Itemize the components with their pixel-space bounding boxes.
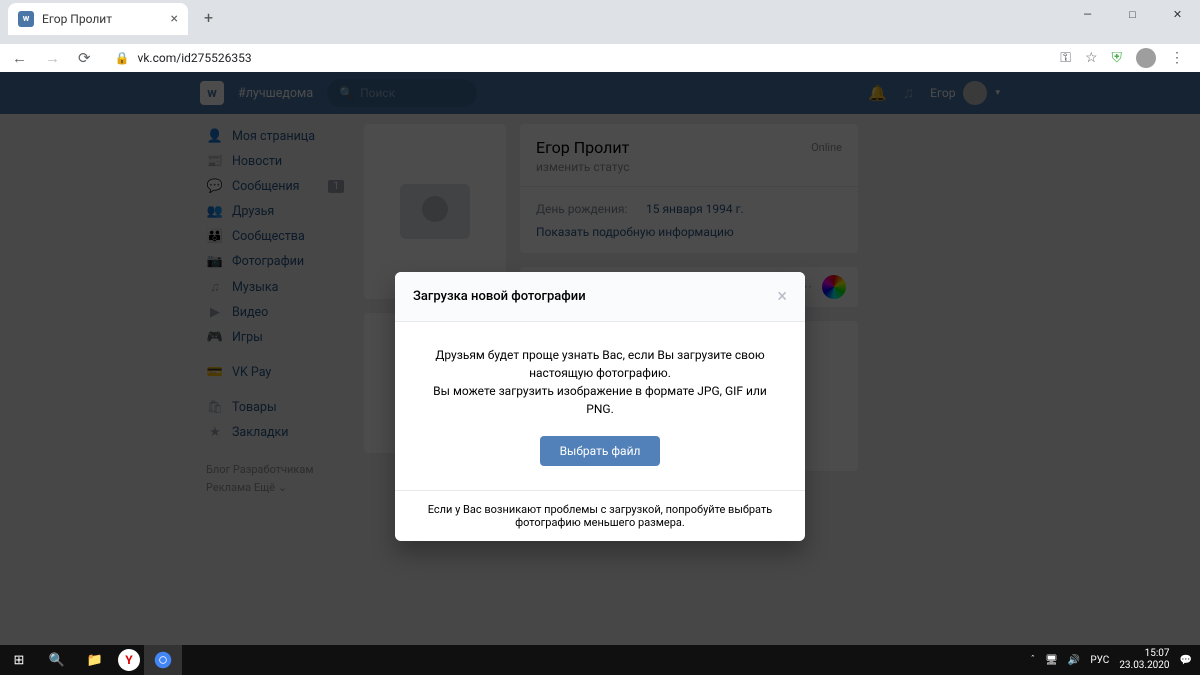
lock-icon: 🔒 xyxy=(115,51,130,65)
reload-button[interactable]: ⟳ xyxy=(74,45,95,71)
yandex-icon[interactable]: Y xyxy=(118,649,140,671)
new-tab-button[interactable]: + xyxy=(196,4,221,31)
key-icon[interactable]: ⚿ xyxy=(1060,50,1071,66)
forward-button[interactable]: → xyxy=(41,45,64,71)
browser-tab[interactable]: w Егор Пролит × xyxy=(8,3,188,35)
windows-taskbar: ⊞ 🔍 📁 Y ˆ 🖥 🔊 РУС 15:07 23.03.2020 💬 xyxy=(0,645,1200,675)
tab-title: Егор Пролит xyxy=(42,12,112,26)
modal-title: Загрузка новой фотографии xyxy=(413,289,586,304)
vk-page: w #лучшедома 🔍 Поиск 🔔 ♫ Егор ▾ 👤Моя стр… xyxy=(0,72,1200,645)
tray-up-icon[interactable]: ˆ xyxy=(1030,655,1035,666)
tray-clock[interactable]: 15:07 23.03.2020 xyxy=(1119,648,1169,672)
window-maximize[interactable]: □ xyxy=(1110,0,1155,28)
bookmark-icon[interactable]: ☆ xyxy=(1085,50,1098,66)
upload-photo-modal: Загрузка новой фотографии × Друзьям буде… xyxy=(395,272,805,541)
tray-monitor-icon[interactable]: 🖥 xyxy=(1045,655,1058,666)
chrome-titlebar: — □ ✕ w Егор Пролит × + xyxy=(0,0,1200,44)
tray-notifications-icon[interactable]: 💬 xyxy=(1180,655,1192,666)
search-taskbar-icon[interactable]: 🔍 xyxy=(38,645,76,675)
shield-icon[interactable]: ⛨ xyxy=(1112,50,1123,66)
vk-favicon: w xyxy=(18,11,34,27)
modal-text-1: Друзьям будет проще узнать Вас, если Вы … xyxy=(423,346,777,382)
menu-icon[interactable]: ⋮ xyxy=(1170,50,1184,66)
window-minimize[interactable]: — xyxy=(1065,0,1110,28)
url-field[interactable]: 🔒 vk.com/id275526353 xyxy=(105,51,1051,65)
explorer-icon[interactable]: 📁 xyxy=(76,645,114,675)
url-text: vk.com/id275526353 xyxy=(138,51,252,65)
modal-footer-text: Если у Вас возникают проблемы с загрузко… xyxy=(395,490,805,541)
modal-close-button[interactable]: × xyxy=(777,286,787,307)
back-button[interactable]: ← xyxy=(8,45,31,71)
tray-lang[interactable]: РУС xyxy=(1090,655,1109,666)
start-button[interactable]: ⊞ xyxy=(0,645,38,675)
choose-file-button[interactable]: Выбрать файл xyxy=(540,436,661,466)
window-close[interactable]: ✕ xyxy=(1155,0,1200,28)
tray-volume-icon[interactable]: 🔊 xyxy=(1068,655,1080,666)
address-bar: ← → ⟳ 🔒 vk.com/id275526353 ⚿ ☆ ⛨ ⋮ xyxy=(0,44,1200,72)
chrome-taskbar-icon[interactable] xyxy=(144,645,182,675)
profile-avatar-icon[interactable] xyxy=(1136,48,1156,68)
tab-close-icon[interactable]: × xyxy=(171,11,178,27)
modal-text-2: Вы можете загрузить изображение в формат… xyxy=(423,382,777,418)
